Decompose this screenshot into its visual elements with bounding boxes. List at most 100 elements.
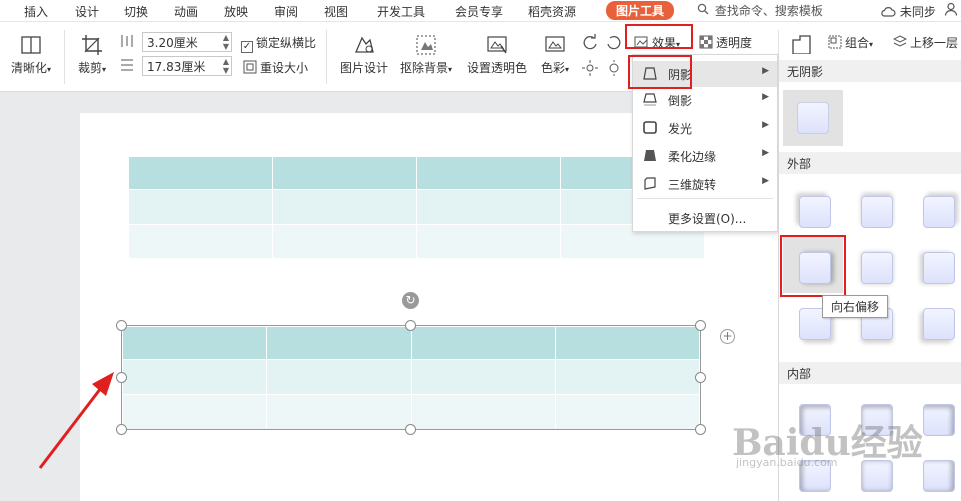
tooltip: 向右偏移 [822,295,889,318]
tab-review[interactable]: 审阅 [274,3,298,20]
menu-item-soft-edges-label: 柔化边缘 [668,150,717,164]
tab-insert[interactable]: 插入 [24,3,48,20]
menu-item-3d-rotation[interactable]: 三维旋转 ▶ [633,171,777,197]
reset-size-icon [243,60,257,74]
3d-rotation-icon [644,177,656,190]
transparency-button[interactable]: 透明度 [699,34,752,51]
selection-frame [121,325,701,430]
tab-developer[interactable]: 开发工具 [377,3,425,20]
transparency-label: 透明度 [716,36,753,50]
search-icon [697,3,711,18]
table-cell[interactable] [272,189,417,225]
glow-icon [643,121,657,134]
set-transparent-color-label: 设置透明色 [466,61,527,75]
shadow-option-outer-top-right[interactable] [923,196,955,228]
reflection-icon [643,93,657,106]
add-icon[interactable]: + [720,329,735,344]
menu-item-glow[interactable]: 发光 ▶ [633,115,777,141]
table-cell[interactable] [128,189,273,225]
tab-docer-resources[interactable]: 稻壳资源 [528,3,576,20]
menu-item-more-settings[interactable]: 更多设置(O)... [633,205,777,231]
table-cell[interactable] [416,224,561,259]
table-cell[interactable] [128,224,273,259]
tab-picture-tools[interactable]: 图片工具 [606,1,675,20]
tab-member[interactable]: 会员专享 [455,3,503,20]
menu-divider [637,198,773,199]
rotate-handle-icon[interactable]: ↻ [402,292,419,309]
no-shadow-preview [797,102,829,134]
resize-handle-top-right[interactable] [695,320,706,331]
table-cell[interactable] [416,156,561,190]
picture-design-button[interactable]: 图片设计 [338,34,390,76]
tab-transition[interactable]: 切换 [124,3,148,20]
transparency-icon [699,35,713,49]
command-search[interactable]: 查找命令、搜索模板 [697,2,867,19]
clarity-icon [21,36,41,54]
table-cell[interactable] [128,156,273,190]
group-button[interactable]: 组合▾ [828,34,873,51]
clarity-label: 清晰化 [10,61,47,75]
section-outer: 外部 [779,152,961,174]
color-button[interactable]: 色彩▾ [536,34,574,76]
soft-edges-icon [644,150,656,161]
crop-button[interactable]: 裁剪▾ [72,34,112,76]
color-label: 色彩 [540,61,565,75]
bring-forward-button[interactable]: 上移一层 [892,34,959,51]
user-icon[interactable] [944,2,958,19]
effect-button-highlight [625,24,693,49]
crop-label: 裁剪 [77,61,102,75]
table-cell[interactable] [416,189,561,225]
shadow-option-outer-top[interactable] [861,196,893,228]
sync-status[interactable]: 未同步 [880,3,936,20]
height-spinner[interactable]: ▲ ▼ [223,33,229,51]
width-input[interactable]: 17.83厘米 ▲ ▼ [142,56,232,76]
width-spinner[interactable]: ▲ ▼ [223,57,229,75]
picture-design-icon [355,36,374,53]
tab-slideshow[interactable]: 放映 [224,3,248,20]
shadow-option-outer-center[interactable] [861,252,893,284]
set-transparent-color-button[interactable]: 设置透明色 [466,34,528,76]
resize-handle-top-left[interactable] [116,320,127,331]
watermark-logo: Baidu经验 jingyan.baidu.com [732,404,961,494]
menu-item-reflection[interactable]: 倒影 ▶ [633,87,777,113]
ribbon-divider [326,30,327,84]
tab-view[interactable]: 视图 [324,3,348,20]
menu-item-glow-label: 发光 [668,122,693,136]
contrast-icon[interactable] [606,60,622,76]
tab-animation[interactable]: 动画 [174,3,198,20]
menu-item-more-settings-label: 更多设置(O)... [668,212,747,226]
shadow-option-outer-top-left[interactable] [799,196,831,228]
chevron-right-icon: ▶ [762,92,769,102]
brightness-icon[interactable] [582,60,598,76]
height-input[interactable]: 3.20厘米 ▲ ▼ [142,32,232,52]
align-icon[interactable] [790,34,812,56]
remove-background-label: 抠除背景 [399,61,448,75]
tab-design[interactable]: 设计 [75,3,99,20]
resize-handle-bottom[interactable] [405,424,416,435]
height-icon [120,34,134,48]
shadow-option-outer-left[interactable] [923,252,955,284]
shadow-option-outer-bottom-left[interactable] [923,308,955,340]
width-icon [120,58,134,72]
annotation-arrow-icon [38,372,114,469]
menu-item-3d-rotation-label: 三维旋转 [668,178,717,192]
picture-design-label: 图片设计 [339,61,388,75]
table-cell[interactable] [272,156,417,190]
rotate-right-icon[interactable] [606,34,622,50]
group-icon [828,35,842,49]
table-cell[interactable] [272,224,417,259]
reset-size-button[interactable]: 重设大小 [243,59,308,76]
resize-handle-top[interactable] [405,320,416,331]
table-upper[interactable] [128,156,705,259]
chevron-right-icon: ▶ [762,148,769,158]
clarity-button[interactable]: 清晰化▾ [8,34,54,76]
menu-item-soft-edges[interactable]: 柔化边缘 ▶ [633,143,777,169]
resize-handle-bottom-right[interactable] [695,424,706,435]
remove-background-button[interactable]: 抠除背景▾ [396,34,456,76]
reset-size-label: 重设大小 [260,61,309,75]
lock-ratio-checkbox[interactable]: ✓ 锁定纵横比 [241,34,316,53]
rotate-left-icon[interactable] [582,34,598,50]
bring-forward-label: 上移一层 [910,36,959,50]
resize-handle-right[interactable] [695,372,706,383]
height-value: 3.20厘米 [147,36,198,50]
